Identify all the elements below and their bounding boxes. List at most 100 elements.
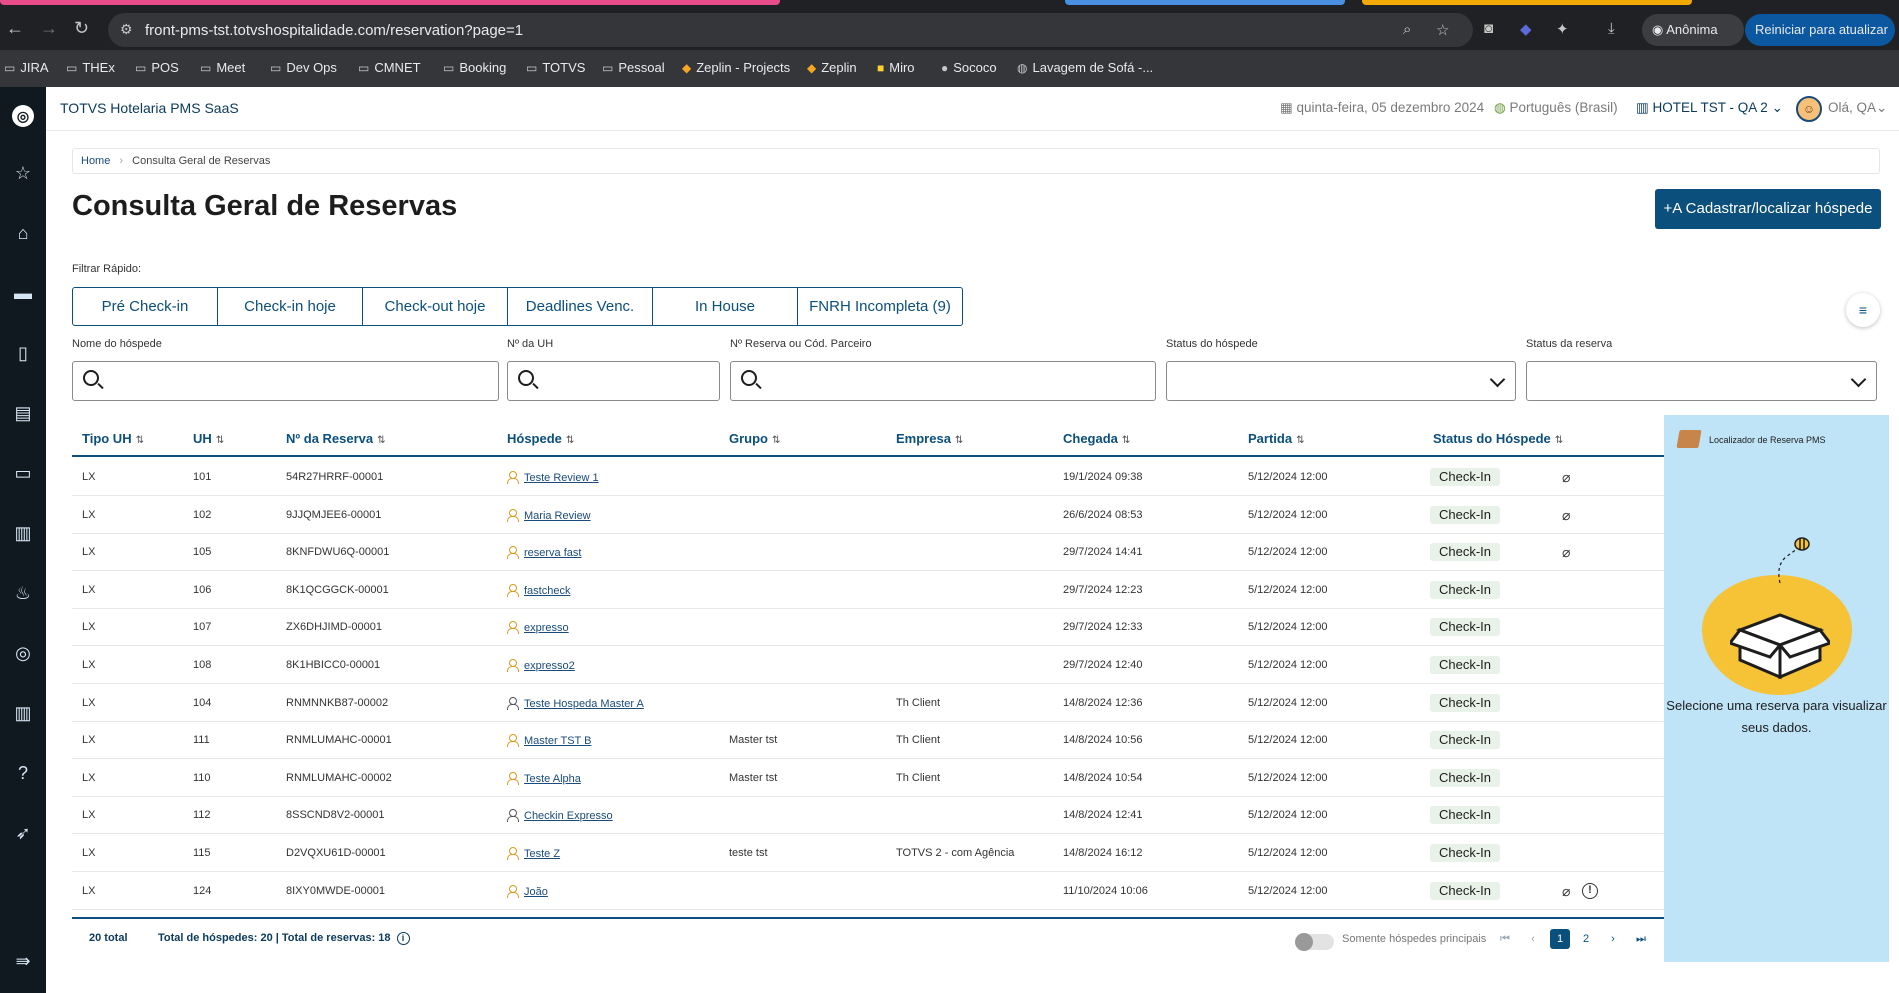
guest-status-select[interactable] (1166, 361, 1516, 401)
table-row[interactable]: LX 106 8K1QCGGCK-00001 fastcheck 29/7/2024 1… (72, 571, 1664, 609)
room-number-input[interactable] (507, 361, 720, 401)
guest-name[interactable]: Teste Alpha (524, 773, 581, 785)
target-icon[interactable]: ◎ (7, 637, 39, 669)
cell-hospede[interactable]: Teste Hospeda Master A (507, 696, 644, 710)
avatar[interactable]: ☺ (1796, 96, 1822, 122)
quick-filter-in-house[interactable]: In House (652, 287, 798, 326)
table-row[interactable]: LX 101 54R27HRRF-00001 Teste Review 1 19/1/2… (72, 458, 1664, 496)
cell-hospede[interactable]: expresso2 (507, 659, 575, 672)
bookmark-folder[interactable]: ▭ JIRA (4, 60, 49, 75)
guest-name[interactable]: Teste Hospeda Master A (524, 698, 644, 710)
guest-name[interactable]: João (524, 886, 548, 898)
quick-filter-checkin-today[interactable]: Check-in hoje (217, 287, 363, 326)
bookmark-folder[interactable]: ▭ Dev Ops (270, 60, 337, 75)
restart-update-button[interactable]: Reiniciar para atualizar (1745, 14, 1895, 46)
download-icon[interactable]: ⤓ (1608, 20, 1615, 37)
reload-icon[interactable]: ↻ (74, 18, 89, 38)
table-row[interactable]: LX 105 8KNFDWU6Q-00001 reserva fast 29/7/202… (72, 533, 1664, 572)
column-header-empresa[interactable]: Empresa ⇅ (896, 431, 963, 446)
register-locate-guest-button[interactable]: +A Cadastrar/localizar hóspede (1655, 189, 1881, 229)
table-row[interactable]: LX 107 ZX6DHJIMD-00001 expresso 29/7/2024 12… (72, 608, 1664, 647)
cell-hospede[interactable]: Teste Z (507, 847, 560, 860)
column-header-hospede[interactable]: Hóspede ⇅ (507, 431, 574, 446)
guest-name[interactable]: Teste Review 1 (524, 472, 599, 484)
guest-name[interactable]: fastcheck (524, 585, 570, 597)
guest-name[interactable]: Checkin Expresso (524, 810, 613, 822)
expand-menu-icon[interactable]: ⇛ (7, 945, 39, 977)
cell-hospede[interactable]: Maria Review (507, 508, 591, 522)
quick-filter-deadlines[interactable]: Deadlines Venc. (507, 287, 653, 326)
star-icon[interactable]: ☆ (7, 157, 39, 189)
hand-service-icon[interactable]: ♨ (7, 577, 39, 609)
cell-hospede[interactable]: Teste Review 1 (507, 471, 599, 484)
bookmark-link[interactable]: ◍ Lavagem de Sofá -... (1017, 60, 1153, 75)
rocket-icon[interactable]: ➶ (7, 817, 39, 849)
guest-name[interactable]: Teste Z (524, 848, 560, 860)
column-header-partida[interactable]: Partida ⇅ (1248, 431, 1304, 446)
reservation-status-select[interactable] (1526, 361, 1877, 401)
cell-hospede[interactable]: fastcheck (507, 583, 570, 597)
luggage-icon[interactable]: ▯ (7, 337, 39, 369)
bookmark-link[interactable]: ◆ Zeplin (807, 60, 857, 75)
page-button-1[interactable]: 1 (1550, 929, 1570, 949)
incognito-badge[interactable]: ◉ Anônima (1642, 14, 1744, 46)
bookmark-folder[interactable]: ▭ Booking (443, 60, 506, 75)
bookmark-link[interactable]: ● Sococo (941, 60, 997, 75)
table-row[interactable]: LX 112 8SSCND8V2-00001 Checkin Expresso 14/8… (72, 796, 1664, 835)
home-icon[interactable]: ⌂ (7, 217, 39, 249)
column-header-tipo-uh[interactable]: Tipo UH ⇅ (82, 431, 144, 446)
last-page-icon[interactable]: ⏭ (1631, 929, 1651, 949)
guest-name[interactable]: Master TST B (524, 735, 591, 747)
guest-name[interactable]: expresso (524, 622, 569, 634)
help-icon[interactable]: ? (7, 757, 39, 789)
column-header-chegada[interactable]: Chegada ⇅ (1063, 431, 1130, 446)
reservation-number-input[interactable] (730, 361, 1156, 401)
camera-icon[interactable]: ◙ (1484, 20, 1493, 37)
first-page-icon[interactable]: ⏮ (1495, 929, 1515, 949)
quick-filter-pre-checkin[interactable]: Pré Check-in (72, 287, 218, 326)
next-page-icon[interactable]: › (1603, 929, 1623, 949)
bookmark-folder[interactable]: ▭ TOTVS (526, 60, 585, 75)
page-button-2[interactable]: 2 (1576, 929, 1596, 949)
attachment-icon[interactable]: ⌀ (1562, 507, 1570, 524)
guest-name[interactable]: Maria Review (524, 510, 591, 522)
bookmark-folder[interactable]: ▭ Meet (200, 60, 245, 75)
cell-hospede[interactable]: Teste Alpha (507, 771, 581, 785)
attachment-icon[interactable]: ⌀ (1562, 883, 1570, 900)
table-row[interactable]: LX 108 8K1HBICC0-00001 expresso2 29/7/2024 1… (72, 646, 1664, 684)
info-icon[interactable]: i (396, 932, 410, 945)
cell-hospede[interactable]: Checkin Expresso (507, 809, 613, 823)
room-icon[interactable]: ▭ (7, 457, 39, 489)
table-row[interactable]: LX 102 9JJQMJEE6-00001 Maria Review 26/6/202… (72, 496, 1664, 534)
column-header-reserva[interactable]: Nº da Reserva ⇅ (286, 431, 386, 446)
bookmark-star-icon[interactable]: ☆ (1436, 21, 1449, 39)
main-guests-toggle[interactable] (1295, 933, 1334, 951)
extensions-puzzle-icon[interactable]: ✦ (1556, 20, 1569, 38)
chart-icon[interactable]: ▥ (7, 697, 39, 729)
site-info-icon[interactable]: ⚙ (120, 21, 133, 38)
cell-hospede[interactable]: expresso (507, 621, 569, 635)
breadcrumb-home[interactable]: Home (81, 155, 110, 167)
column-header-status[interactable]: Status do Hóspede ⇅ (1433, 431, 1563, 446)
quick-filter-checkout-today[interactable]: Check-out hoje (362, 287, 508, 326)
extension-icon[interactable]: ◆ (1520, 20, 1532, 38)
table-row[interactable]: LX 115 D2VQXU61D-00001 Teste Z teste tst TOTV… (72, 834, 1664, 872)
bed-icon[interactable]: ▬ (7, 277, 39, 309)
quick-filter-fnrh[interactable]: FNRH Incompleta (9) (797, 287, 963, 326)
language-selector[interactable]: ◍ Português (Brasil) (1494, 100, 1618, 116)
address-bar[interactable]: ⚙ front-pms-tst.totvshospitalidade.com/r… (108, 13, 1473, 47)
guest-name[interactable]: expresso2 (524, 660, 575, 672)
cell-hospede[interactable]: Master TST B (507, 734, 591, 748)
attachment-icon[interactable]: ⌀ (1562, 544, 1570, 561)
cell-hospede[interactable]: reserva fast (507, 546, 581, 560)
column-header-uh[interactable]: UH ⇅ (193, 431, 224, 446)
bookmark-link[interactable]: ◆ Zeplin - Projects (682, 60, 790, 75)
guest-name[interactable]: reserva fast (524, 547, 581, 559)
column-header-grupo[interactable]: Grupo ⇅ (729, 431, 780, 446)
user-menu[interactable]: Olá, QA⌄ (1828, 100, 1887, 116)
previous-page-icon[interactable]: ‹ (1523, 929, 1543, 949)
table-row[interactable]: LX 110 RNMLUMAHC-00002 Teste Alpha Master ts… (72, 759, 1664, 797)
document-icon[interactable]: ▥ (7, 517, 39, 549)
table-row[interactable]: LX 111 RNMLUMAHC-00001 Master TST B Master t… (72, 721, 1664, 760)
zoom-search-icon[interactable]: ⌕ (1403, 21, 1411, 38)
